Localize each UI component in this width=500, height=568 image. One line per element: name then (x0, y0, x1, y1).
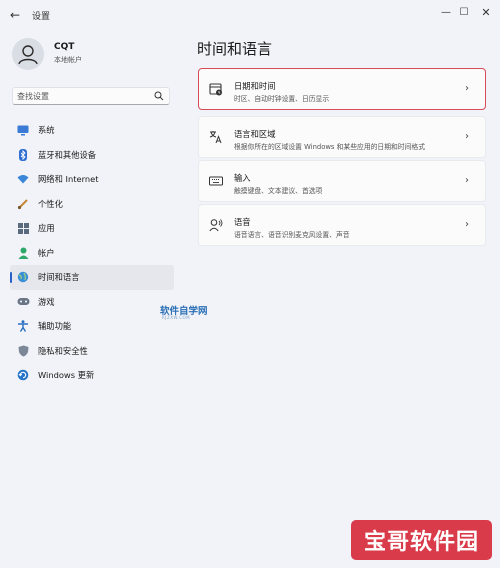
sidebar-item-label: 系统 (38, 125, 55, 136)
account-type: 本地帐户 (54, 56, 82, 64)
search-icon[interactable] (154, 91, 164, 101)
sidebar-item-label: 辅助功能 (38, 321, 72, 332)
sidebar-item-privacy[interactable]: 隐私和安全性 (10, 339, 174, 364)
sidebar-item-label: 隐私和安全性 (38, 345, 88, 356)
close-button[interactable]: ✕ (478, 5, 494, 21)
bluetooth-icon (16, 148, 30, 162)
calendar-clock-icon (209, 83, 222, 96)
sidebar-item-accounts[interactable]: 帐户 (10, 241, 174, 266)
settings-window: ← 设置 — ☐ ✕ CQT 本地帐户 系统 蓝 (0, 0, 500, 568)
person-icon (16, 246, 30, 260)
card-description: 语音语言、语音识别麦克风设置、声音 (234, 231, 350, 239)
shield-icon (16, 344, 30, 358)
active-indicator (10, 272, 12, 283)
minimize-button[interactable]: — (438, 5, 454, 21)
search-input[interactable] (17, 89, 147, 103)
brush-icon (16, 197, 30, 211)
avatar[interactable] (12, 38, 44, 70)
chevron-right-icon: › (465, 175, 469, 186)
date-time-card[interactable]: 日期和时间 时区、自动时钟设置、日历显示 › (198, 68, 486, 110)
sidebar-item-label: 网络和 Internet (38, 174, 99, 185)
sidebar-item-personalization[interactable]: 个性化 (10, 192, 174, 217)
sidebar-item-label: 时间和语言 (38, 272, 80, 283)
card-title: 日期和时间 (234, 81, 276, 91)
card-description: 时区、自动时钟设置、日历显示 (234, 95, 330, 103)
chevron-right-icon: › (465, 83, 469, 94)
sidebar-nav: 系统 蓝牙和其他设备 网络和 Internet 个性化 应用 帐户 时间和语言 … (10, 118, 174, 388)
title-bar: ← 设置 — ☐ ✕ (0, 0, 500, 30)
sidebar-item-network[interactable]: 网络和 Internet (10, 167, 174, 192)
card-description: 触摸键盘、文本建议、首选项 (234, 187, 323, 195)
globe-clock-icon (16, 270, 30, 284)
sidebar-item-apps[interactable]: 应用 (10, 216, 174, 241)
watermark-subtext: RJZXW.COM (162, 315, 191, 320)
language-region-card[interactable]: 语言和区域 根据你所在的区域设置 Windows 和某些应用的日期和时间格式 › (198, 116, 486, 158)
user-name: CQT (54, 42, 75, 52)
page-title: 时间和语言 (197, 40, 273, 58)
chevron-right-icon: › (465, 219, 469, 230)
sidebar-item-accessibility[interactable]: 辅助功能 (10, 314, 174, 339)
chevron-right-icon: › (465, 131, 469, 142)
sidebar-item-label: 帐户 (38, 247, 55, 258)
user-avatar-icon (18, 45, 38, 65)
card-description: 根据你所在的区域设置 Windows 和某些应用的日期和时间格式 (234, 143, 425, 151)
sidebar-item-windows-update[interactable]: Windows 更新 (10, 363, 174, 388)
language-icon (209, 131, 222, 144)
typing-card[interactable]: 输入 触摸键盘、文本建议、首选项 › (198, 160, 486, 202)
search-box[interactable] (12, 87, 170, 105)
watermark-logo-text: 宝哥软件园 (363, 530, 479, 555)
card-title: 语言和区域 (234, 129, 276, 139)
sidebar-item-label: 应用 (38, 223, 55, 234)
gamepad-icon (16, 295, 30, 309)
back-arrow-icon[interactable]: ← (8, 8, 22, 22)
wifi-icon (16, 172, 30, 186)
sidebar-item-gaming[interactable]: 游戏 (10, 290, 174, 315)
card-title: 输入 (234, 173, 251, 183)
maximize-button[interactable]: ☐ (456, 5, 472, 21)
monitor-icon (16, 123, 30, 137)
apps-icon (16, 221, 30, 235)
watermark-logo: 宝哥软件园 (351, 520, 492, 560)
sidebar-item-label: 蓝牙和其他设备 (38, 149, 97, 160)
sidebar-item-label: 个性化 (38, 198, 63, 209)
accessibility-icon (16, 319, 30, 333)
card-title: 语音 (234, 217, 251, 227)
sidebar-item-label: 游戏 (38, 296, 55, 307)
window-title: 设置 (32, 12, 51, 22)
sidebar-item-system[interactable]: 系统 (10, 118, 174, 143)
speech-card[interactable]: 语音 语音语言、语音识别麦克风设置、声音 › (198, 204, 486, 246)
keyboard-icon (209, 176, 223, 186)
sidebar-item-time-language[interactable]: 时间和语言 (10, 265, 174, 290)
sidebar-item-bluetooth[interactable]: 蓝牙和其他设备 (10, 143, 174, 168)
update-icon (16, 368, 30, 382)
speech-icon (209, 219, 223, 232)
sidebar-item-label: Windows 更新 (38, 370, 95, 381)
